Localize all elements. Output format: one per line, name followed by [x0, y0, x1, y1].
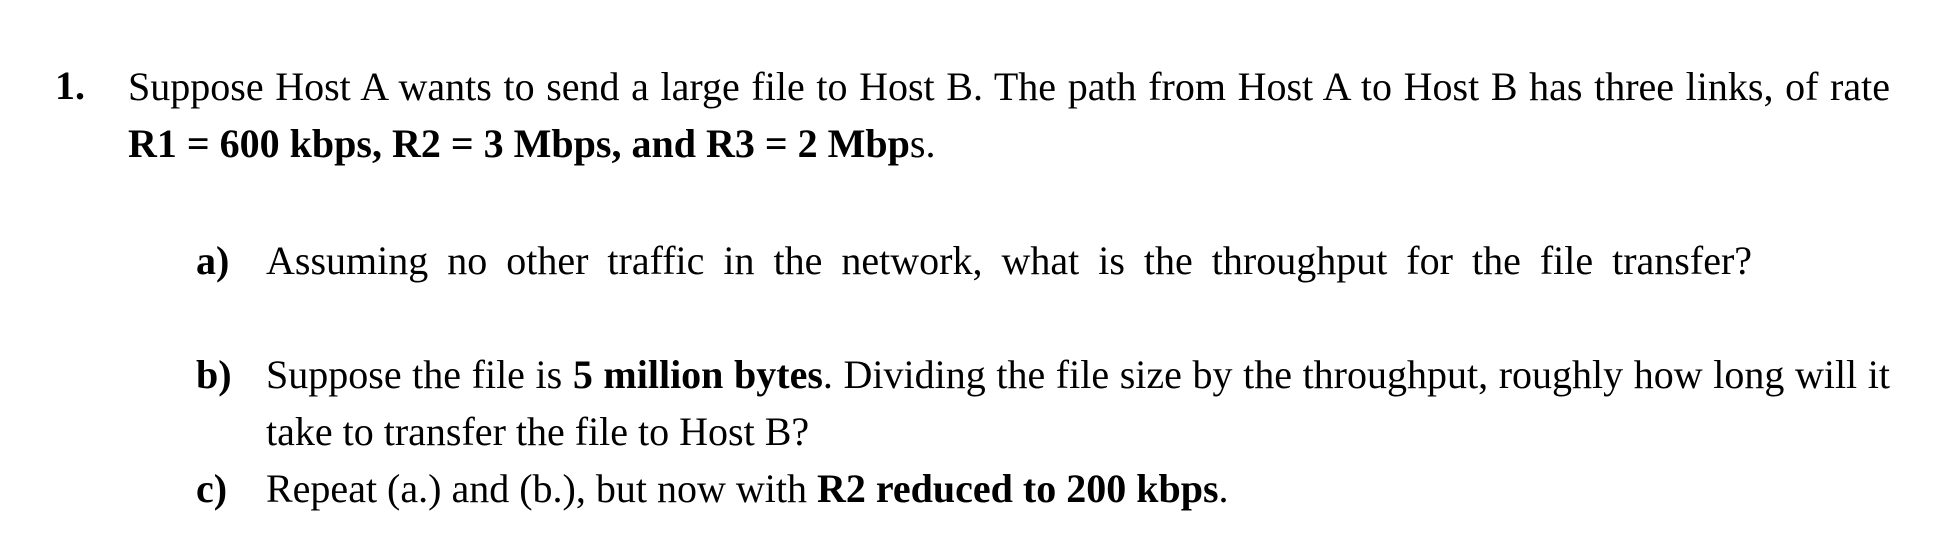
- part-c-text-start: Repeat (a.) and (b.), but now with: [266, 466, 817, 511]
- part-a-label: a): [196, 238, 230, 283]
- part-c: c) Repeat (a.) and (b.), but now with R2…: [196, 460, 1890, 517]
- document-page: 1. Suppose Host A wants to send a large …: [0, 0, 1941, 534]
- question-text-part: Suppose Host A wants to send a large fil…: [128, 64, 1890, 109]
- question-text-end: s.: [909, 121, 936, 166]
- question-link-rates: R1 = 600 kbps, R2 = 3 Mbps, and R3 = 2 M…: [128, 121, 910, 166]
- part-b-text: Suppose the file is 5 million bytes. Div…: [266, 346, 1890, 460]
- part-a: a) Assuming no other traffic in the netw…: [196, 232, 1890, 289]
- part-c-label: c): [196, 466, 228, 511]
- part-b-text-start: Suppose the file is: [266, 352, 573, 397]
- part-b: b) Suppose the file is 5 million bytes. …: [196, 346, 1890, 460]
- part-b-label: b): [196, 352, 232, 397]
- part-c-text-end: .: [1218, 466, 1229, 511]
- part-b-file-size: 5 million bytes: [572, 352, 823, 397]
- part-a-text: Assuming no other traffic in the network…: [266, 238, 1753, 283]
- question-text: Suppose Host A wants to send a large fil…: [128, 58, 1890, 172]
- part-c-text: Repeat (a.) and (b.), but now with R2 re…: [266, 460, 1890, 517]
- question-number: 1.: [55, 63, 85, 108]
- part-c-reduced-rate: R2 reduced to 200 kbps: [816, 466, 1219, 511]
